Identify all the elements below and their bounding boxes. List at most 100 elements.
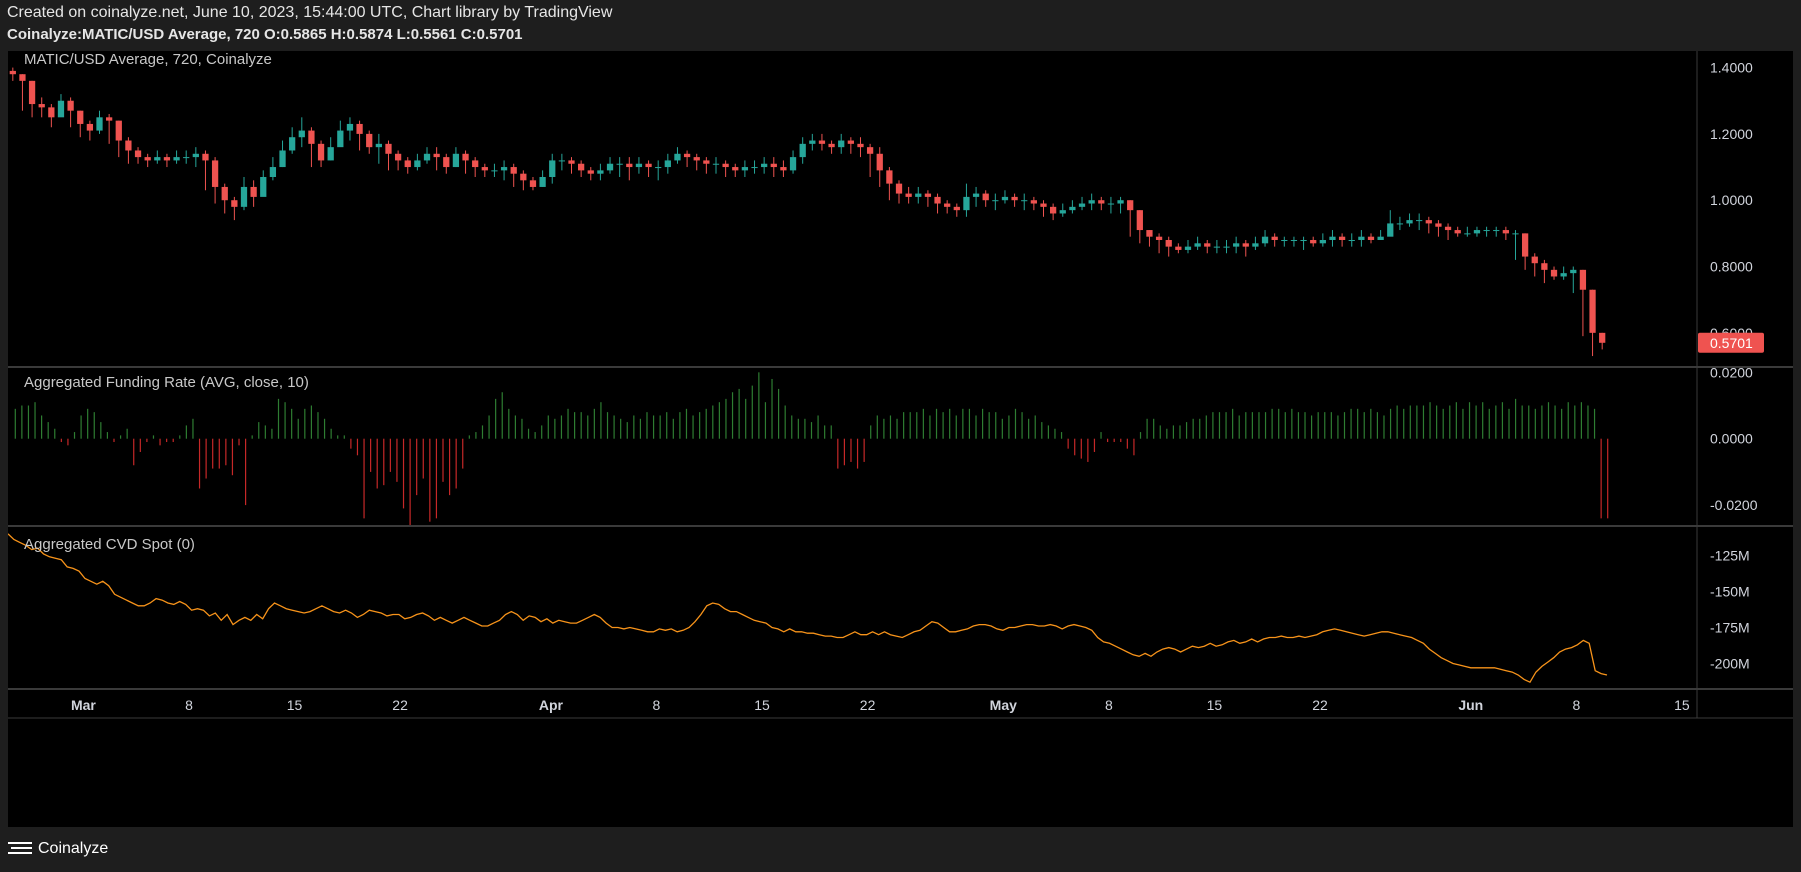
price-axis-tick: 0.8000	[1710, 259, 1753, 275]
candle-body	[346, 123, 354, 131]
candle-body	[1127, 200, 1134, 211]
candle-body	[645, 163, 652, 168]
time-axis-tick: Jun	[1458, 697, 1483, 713]
candle-body	[1001, 196, 1009, 201]
funding-axis-tick: 0.0000	[1710, 431, 1753, 447]
candle-body	[279, 150, 286, 168]
cvd-pane-title: Aggregated CVD Spot (0)	[24, 536, 195, 553]
footer-brand[interactable]: Coinalyze	[38, 840, 108, 858]
candle-body	[1521, 233, 1529, 257]
candle-body	[1146, 230, 1153, 237]
candle-body	[1117, 200, 1124, 204]
footer[interactable]: Coinalyze	[8, 840, 108, 858]
candle-body	[1233, 243, 1240, 247]
funding-axis-tick: 0.0200	[1710, 364, 1753, 380]
candle-body	[732, 167, 739, 171]
time-axis-tick: 22	[392, 697, 408, 713]
candle-body	[789, 157, 797, 171]
candle-body	[953, 206, 960, 211]
candle-body	[1261, 236, 1269, 244]
candle-body	[500, 167, 508, 171]
time-axis-tick: Apr	[539, 697, 564, 713]
time-axis-tick: Mar	[71, 697, 96, 713]
time-axis-tick: 15	[754, 697, 770, 713]
candle-body	[1502, 230, 1509, 234]
candle-body	[308, 130, 315, 144]
candle-body	[154, 157, 161, 161]
chart-canvas[interactable]: 1.40001.20001.00000.80000.60000.57010.02…	[8, 51, 1793, 827]
candle-body	[250, 186, 257, 197]
candle-body	[712, 163, 720, 165]
time-axis-tick: 15	[1674, 697, 1690, 713]
candle-body	[1387, 223, 1394, 237]
candle-body	[67, 100, 74, 111]
candle-body	[183, 157, 190, 159]
candle-body	[385, 143, 392, 154]
candle-body	[520, 173, 527, 181]
candle-body	[972, 193, 980, 197]
candle-body	[799, 143, 806, 158]
candle-body	[1570, 269, 1577, 274]
chart-frame[interactable]: 1.40001.20001.00000.80000.60000.57010.02…	[8, 51, 1793, 827]
candle-body	[770, 163, 777, 168]
price-axis-tick: 1.4000	[1710, 60, 1753, 76]
time-axis-tick: 15	[287, 697, 303, 713]
candle-body	[818, 140, 826, 144]
candle-body	[433, 153, 440, 158]
cvd-axis-tick: -200M	[1710, 655, 1750, 671]
price-axis-tick: 1.2000	[1710, 126, 1753, 142]
candle-body	[260, 177, 267, 197]
created-info: Created on coinalyze.net, June 10, 2023,…	[7, 4, 613, 21]
candle-body	[1040, 203, 1047, 207]
time-axis-tick: 8	[185, 697, 193, 713]
candle-body	[780, 167, 787, 171]
candle-body	[1464, 233, 1471, 235]
candle-body	[674, 153, 681, 161]
candle-body	[655, 167, 662, 169]
time-axis-tick: 22	[860, 697, 876, 713]
time-axis-tick: 8	[1572, 697, 1580, 713]
cvd-axis-tick: -150M	[1710, 583, 1750, 599]
candle-body	[1300, 240, 1307, 241]
candle-body	[1155, 236, 1163, 240]
candle-body	[1377, 236, 1384, 240]
candle-body	[1579, 269, 1587, 290]
candle-body	[1049, 206, 1057, 214]
candle-body	[1348, 240, 1355, 241]
candle-body	[597, 170, 604, 174]
candle-body	[202, 153, 209, 161]
candle-body	[857, 143, 864, 148]
candle-body	[876, 153, 883, 171]
cvd-series-line	[8, 533, 1608, 684]
candle-body	[1088, 200, 1095, 204]
candle-body	[1194, 243, 1201, 247]
candle-body	[423, 153, 431, 161]
cvd-axis-tick: -175M	[1710, 619, 1750, 635]
candle-body	[944, 203, 951, 207]
candle-body	[1560, 273, 1567, 277]
candle-body	[866, 147, 874, 154]
candle-body	[693, 157, 700, 161]
time-axis-tick: May	[990, 697, 1017, 713]
candle-body	[1329, 236, 1336, 240]
candle-body	[221, 186, 228, 201]
candle-body	[1319, 240, 1326, 244]
candle-body	[1059, 210, 1066, 214]
candle-body	[616, 163, 623, 165]
candle-body	[924, 193, 932, 197]
candle-body	[751, 167, 758, 169]
candle-body	[472, 160, 479, 168]
candle-body	[404, 160, 411, 168]
coinalyze-logo-icon	[8, 842, 32, 854]
candle-body	[115, 120, 122, 141]
candle-body	[1213, 246, 1221, 248]
candle-body	[192, 153, 199, 158]
candle-body	[125, 140, 132, 151]
candle-body	[741, 167, 749, 171]
candle-body	[28, 80, 36, 105]
candle-body	[337, 130, 344, 148]
time-axis-tick: 22	[1312, 697, 1328, 713]
candle-body	[847, 140, 854, 144]
candle-body	[1531, 256, 1538, 264]
candle-body	[1271, 236, 1278, 240]
